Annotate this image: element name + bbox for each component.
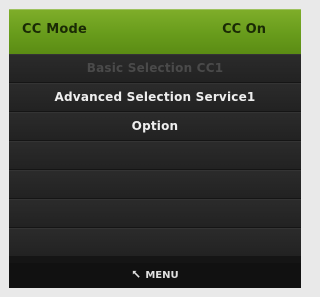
cc-mode-value[interactable]: CC On — [222, 22, 266, 37]
menu-item-advanced-selection[interactable]: Advanced Selection Service1 — [9, 83, 301, 111]
menu-list: Basic Selection CC1 Advanced Selection S… — [9, 54, 301, 257]
menu-item-basic-selection: Basic Selection CC1 — [9, 54, 301, 82]
menu-item-empty — [9, 170, 301, 198]
menu-item-empty — [9, 199, 301, 227]
back-arrow-icon — [133, 270, 141, 278]
menu-item-empty — [9, 141, 301, 169]
cc-menu-screen: CC Mode CC On Basic Selection CC1 Advanc… — [9, 9, 301, 288]
cc-mode-header: CC Mode CC On — [9, 9, 301, 54]
menu-footer-label: MENU — [145, 270, 179, 281]
cc-mode-label: CC Mode — [22, 22, 87, 37]
menu-item-empty — [9, 228, 301, 256]
menu-footer-button[interactable]: MENU — [9, 263, 301, 288]
menu-item-option[interactable]: Option — [9, 112, 301, 140]
